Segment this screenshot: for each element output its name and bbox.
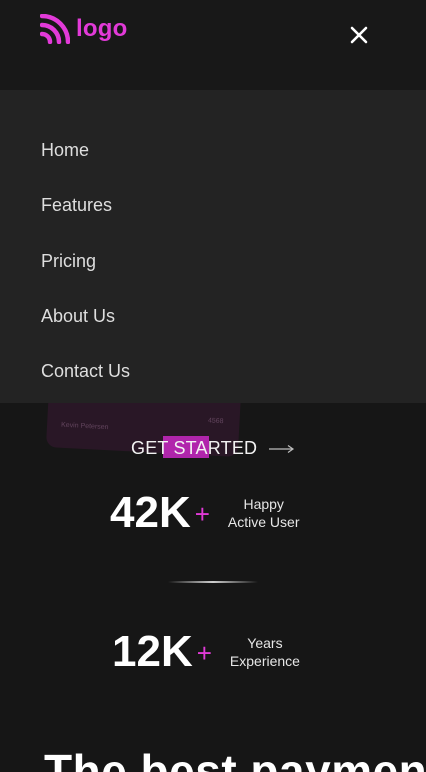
close-menu-button[interactable]: [348, 24, 370, 46]
stat-years-experience: 12K + Years Experience: [112, 627, 300, 677]
get-started-label: GET STARTED: [131, 438, 258, 458]
stat-label: Years Experience: [230, 634, 300, 670]
get-started-button[interactable]: GET STARTED: [131, 436, 295, 459]
nav-item-pricing[interactable]: Pricing: [41, 251, 96, 272]
nav-item-features[interactable]: Features: [41, 195, 112, 216]
stats-divider: [168, 581, 258, 583]
stat-plus: +: [196, 637, 212, 668]
rss-feed-icon: [40, 14, 70, 44]
site-header: logo: [0, 0, 426, 90]
stat-plus: +: [194, 498, 210, 529]
stat-value: 42K: [110, 488, 191, 537]
logo-text: logo: [76, 15, 128, 42]
nav-item-about-us[interactable]: About Us: [41, 306, 115, 327]
card-holder-name: Kevin Petersen: [60, 421, 109, 432]
nav-item-contact-us[interactable]: Contact Us: [41, 361, 130, 382]
logo[interactable]: logo: [40, 14, 127, 44]
stat-label-line1: Happy: [243, 496, 284, 512]
stat-label-line2: Experience: [229, 653, 300, 669]
stat-label-line1: Years: [247, 635, 283, 651]
stat-active-users: 42K + Happy Active User: [110, 488, 299, 538]
stat-value: 12K: [112, 627, 193, 676]
stat-label: Happy Active User: [228, 495, 300, 531]
close-icon: [350, 26, 368, 44]
nav-item-home[interactable]: Home: [41, 140, 89, 161]
stat-label-line2: Active User: [227, 514, 300, 530]
card-number: 4568: [207, 417, 224, 426]
mobile-nav-menu: Home Features Pricing About Us Contact U…: [0, 90, 426, 403]
long-arrow-right-icon: [269, 444, 295, 453]
section-headline: The best payment: [44, 745, 426, 772]
